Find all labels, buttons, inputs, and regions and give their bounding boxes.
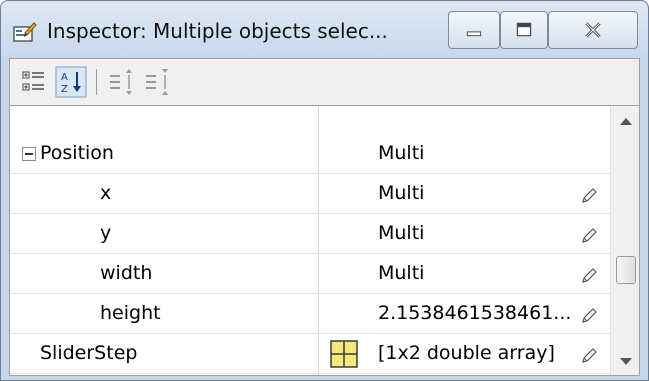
property-grid: Position Multi x Multi y Multi width Mul… xyxy=(9,106,640,376)
property-value[interactable]: Multi xyxy=(378,262,424,284)
property-name: y xyxy=(100,222,112,244)
maximize-icon xyxy=(516,22,532,37)
categorized-view-icon[interactable] xyxy=(18,66,50,98)
inspector-window: Inspector: Multiple objects selec... A Z… xyxy=(0,0,649,381)
expand-all-icon[interactable] xyxy=(106,66,138,98)
property-value[interactable]: [1x2 double array] xyxy=(378,342,555,364)
window-title: Inspector: Multiple objects selec... xyxy=(47,19,388,43)
property-row-x[interactable]: x Multi xyxy=(10,176,610,214)
minimize-button[interactable] xyxy=(448,11,500,49)
minimize-icon xyxy=(466,31,482,37)
close-button[interactable] xyxy=(548,11,638,49)
toolbar: A Z xyxy=(9,58,640,106)
collapse-all-icon[interactable] xyxy=(142,66,174,98)
property-row-sliderstep[interactable]: SliderStep [1x2 double array] xyxy=(10,336,610,374)
edit-pencil-icon[interactable] xyxy=(580,187,598,205)
vertical-scrollbar[interactable] xyxy=(610,106,639,375)
property-value[interactable]: Multi xyxy=(378,142,424,164)
edit-pencil-icon[interactable] xyxy=(580,227,598,245)
collapse-icon[interactable] xyxy=(22,147,36,161)
maximize-button[interactable] xyxy=(500,11,548,49)
property-name: height xyxy=(100,302,161,324)
svg-text:A: A xyxy=(61,72,68,83)
property-row-height[interactable]: height 2.1538461538461... xyxy=(10,296,610,334)
close-icon xyxy=(585,22,601,38)
scroll-down-icon[interactable] xyxy=(620,358,632,365)
title-bar[interactable]: Inspector: Multiple objects selec... xyxy=(1,1,648,58)
property-row-width[interactable]: width Multi xyxy=(10,256,610,294)
property-row-position[interactable]: Position Multi xyxy=(10,136,610,174)
alphabetical-sort-icon[interactable]: A Z xyxy=(55,66,87,98)
edit-pencil-icon[interactable] xyxy=(580,307,598,325)
property-value[interactable]: 2.1538461538461... xyxy=(378,302,571,324)
svg-text:Z: Z xyxy=(61,84,68,95)
toolbar-separator xyxy=(96,69,97,95)
edit-pencil-icon[interactable] xyxy=(580,267,598,285)
scroll-thumb[interactable] xyxy=(616,256,636,284)
scroll-up-icon[interactable] xyxy=(620,118,632,125)
property-value[interactable]: Multi xyxy=(378,182,424,204)
property-name: SliderStep xyxy=(40,342,138,364)
property-name: width xyxy=(100,262,153,284)
property-row-y[interactable]: y Multi xyxy=(10,216,610,254)
edit-pencil-icon[interactable] xyxy=(580,347,598,365)
table-icon[interactable] xyxy=(330,340,358,368)
inspector-pencil-icon xyxy=(13,22,37,42)
property-name: x xyxy=(100,182,112,204)
property-name: Position xyxy=(40,142,114,164)
property-value[interactable]: Multi xyxy=(378,222,424,244)
